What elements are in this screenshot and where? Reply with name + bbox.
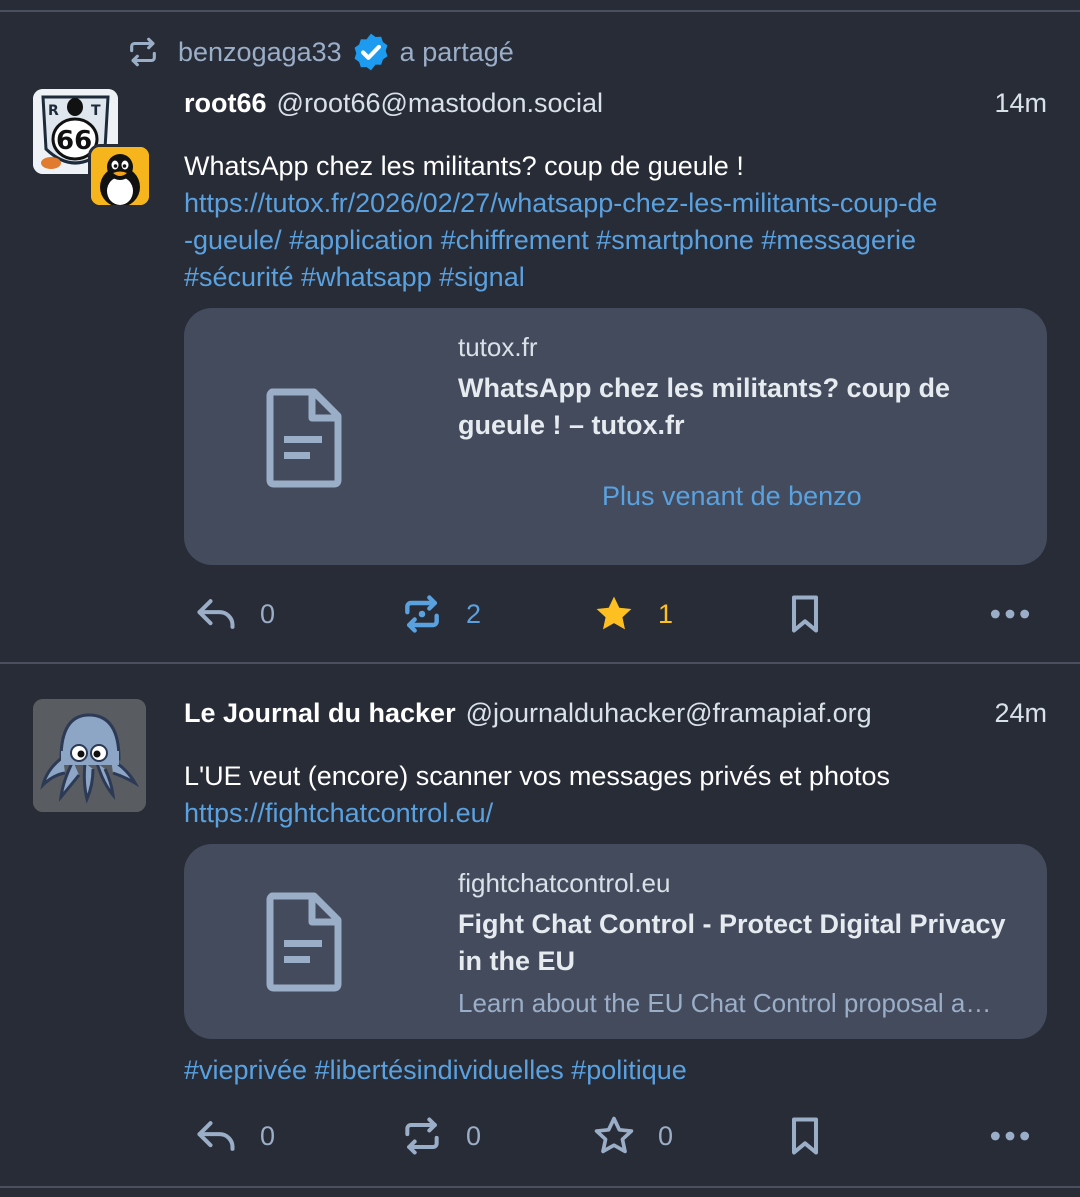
favorite-button[interactable]: 1 — [592, 592, 673, 636]
boost-attribution: benzogaga33 a partagé — [126, 30, 514, 74]
avatar-booster-tux[interactable] — [88, 144, 152, 208]
more-options-button[interactable] — [988, 1114, 1054, 1158]
svg-text:T: T — [91, 103, 101, 119]
star-filled-icon — [596, 596, 632, 630]
post-content: WhatsApp chez les militants? coup de gue… — [184, 148, 984, 296]
post-timestamp[interactable]: 24m — [994, 698, 1047, 729]
boost-button[interactable]: 2 — [400, 592, 481, 636]
reply-icon — [197, 599, 235, 629]
reply-icon — [197, 1121, 235, 1151]
post-actions: 0 0 0 — [184, 1114, 1047, 1164]
favorite-count: 0 — [658, 1120, 674, 1151]
post-link[interactable]: https://tutox.fr/2026/02/27/whatsapp-che… — [184, 185, 984, 222]
account-handle[interactable]: @root66@mastodon.social — [277, 88, 995, 119]
boost-count: 0 — [466, 1120, 482, 1151]
display-name[interactable]: Le Journal du hacker — [184, 698, 456, 729]
favorite-button[interactable]: 0 — [592, 1114, 673, 1158]
reply-count: 0 — [260, 1120, 276, 1151]
post-text: WhatsApp chez les militants? coup de gue… — [184, 151, 744, 181]
boost-icon — [130, 37, 156, 67]
card-description: Learn about the EU Chat Control proposal… — [458, 988, 1003, 1018]
bookmark-icon — [791, 595, 819, 633]
tux-penguin-icon — [91, 147, 149, 205]
document-icon — [266, 892, 342, 992]
reply-count: 0 — [260, 598, 276, 629]
document-icon — [266, 388, 342, 488]
star-outline-icon — [594, 1116, 634, 1154]
boost-action-label: a partagé — [399, 36, 514, 67]
post-text: L'UE veut (encore) scanner vos messages … — [184, 761, 890, 791]
post-link-continued[interactable]: -gueule/ — [184, 225, 282, 255]
top-divider — [0, 10, 1080, 12]
post-link[interactable]: https://fightchatcontrol.eu/ — [184, 795, 984, 832]
post-tags: #vieprivée #libertésindividuelles #polit… — [184, 1052, 984, 1089]
svg-text:66: 66 — [56, 126, 92, 156]
boost-count: 2 — [466, 598, 482, 629]
boost-username[interactable]: benzogaga33 — [178, 37, 342, 68]
post-link-and-tags: -gueule/ #application #chiffrement #smar… — [184, 222, 984, 259]
reply-button[interactable]: 0 — [194, 1114, 275, 1158]
hashtags[interactable]: #vieprivée #libertésindividuelles #polit… — [184, 1052, 984, 1089]
post-actions: 0 2 1 — [184, 592, 1047, 642]
card-domain: fightchatcontrol.eu — [458, 868, 671, 898]
card-title: WhatsApp chez les militants? coup de gue… — [458, 373, 951, 440]
svg-text:R: R — [48, 103, 59, 119]
favorite-count: 1 — [658, 598, 674, 629]
card-title: Fight Chat Control - Protect Digital Pri… — [458, 909, 1006, 976]
bookmark-button[interactable] — [783, 1114, 849, 1158]
post-header: Le Journal du hacker @journalduhacker@fr… — [184, 698, 1047, 729]
bookmark-icon — [791, 1117, 819, 1155]
hashtags[interactable]: #sécurité #whatsapp #signal — [184, 259, 984, 296]
post-content: L'UE veut (encore) scanner vos messages … — [184, 758, 984, 832]
account-handle[interactable]: @journalduhacker@framapiaf.org — [466, 698, 995, 729]
reply-button[interactable]: 0 — [194, 592, 275, 636]
link-preview-card[interactable]: fightchatcontrol.eu Fight Chat Control -… — [184, 844, 1047, 1039]
more-from-author-link[interactable]: Plus venant de benzo — [602, 481, 862, 512]
card-domain: tutox.fr — [458, 332, 538, 362]
boost-icon — [405, 1117, 439, 1155]
hashtags[interactable]: #application #chiffrement #smartphone #m… — [289, 225, 916, 255]
display-name[interactable]: root66 — [184, 88, 267, 119]
bookmark-button[interactable] — [783, 592, 849, 636]
boost-button[interactable]: 0 — [400, 1114, 481, 1158]
boost-icon — [405, 595, 439, 633]
post-timestamp[interactable]: 14m — [994, 88, 1047, 119]
post-divider — [0, 662, 1080, 664]
more-horizontal-icon — [990, 609, 1030, 619]
link-preview-card[interactable]: tutox.fr WhatsApp chez les militants? co… — [184, 308, 1047, 565]
verified-badge-icon — [354, 33, 388, 71]
bottom-divider — [0, 1186, 1080, 1188]
avatar-journal-du-hacker[interactable] — [33, 699, 146, 812]
more-options-button[interactable] — [988, 592, 1054, 636]
more-horizontal-icon — [990, 1131, 1030, 1141]
post-header: root66 @root66@mastodon.social 14m — [184, 88, 1047, 119]
octopus-icon — [33, 699, 146, 812]
